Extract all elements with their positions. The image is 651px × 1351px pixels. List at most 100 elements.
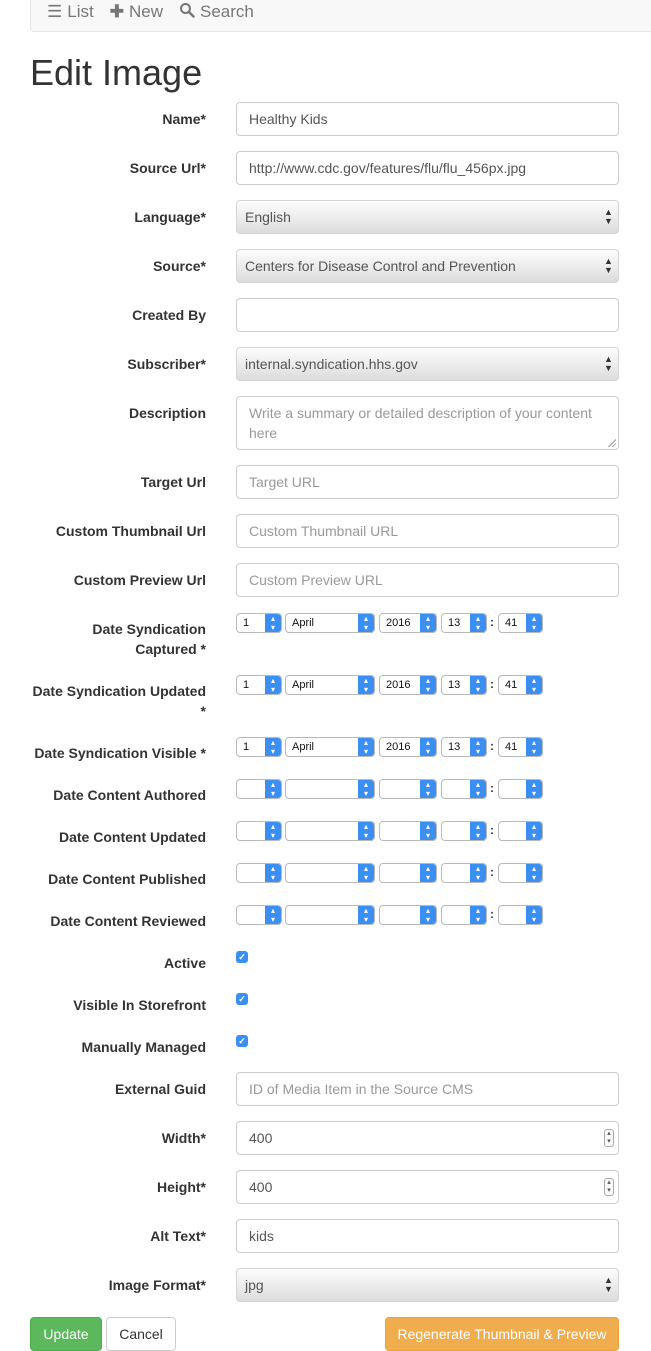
select-arrows-icon: ▴ ▾ <box>526 780 542 798</box>
date-updated-hour-select[interactable]: 13 ▴ ▾ <box>441 675 487 695</box>
time-separator: : <box>490 823 494 837</box>
nav-new-link[interactable]: ✚ New <box>110 2 163 22</box>
select-arrows-icon: ▴ ▾ <box>358 906 374 924</box>
date-published-day-select[interactable]: ▴ ▾ <box>236 863 282 883</box>
nav-search-link[interactable]: Search <box>179 2 254 23</box>
custom-preview-url-input[interactable]: Custom Preview URL <box>236 563 619 597</box>
select-arrows-icon: ▲ ▼ <box>604 256 613 275</box>
page-title: Edit Image <box>30 52 203 93</box>
top-nav: ☰ List ✚ New Search <box>30 0 651 32</box>
resize-grip-icon[interactable] <box>608 439 616 447</box>
select-arrows-icon: ▴ ▾ <box>420 738 436 756</box>
width-input[interactable]: 400 ▴ ▾ <box>236 1121 619 1155</box>
date-authored-minute-select[interactable]: ▴ ▾ <box>498 779 543 799</box>
date-reviewed-minute-select[interactable]: ▴ ▾ <box>498 905 543 925</box>
date-authored-hour-select[interactable]: ▴ ▾ <box>441 779 487 799</box>
minute-value: 41 <box>505 741 518 753</box>
date-visible-hour-select[interactable]: 13 ▴ ▾ <box>441 737 487 757</box>
date-published-year-select[interactable]: ▴ ▾ <box>379 863 437 883</box>
language-select[interactable]: English ▲ ▼ <box>236 200 619 234</box>
check-icon: ✓ <box>238 1036 246 1046</box>
cancel-button[interactable]: Cancel <box>106 1317 176 1351</box>
hour-value: 13 <box>448 741 461 753</box>
height-input[interactable]: 400 ▴ ▾ <box>236 1170 619 1204</box>
date-captured-label-line2: Captured * <box>135 641 206 657</box>
height-label: Height* <box>157 1179 206 1195</box>
nav-list-label: List <box>67 2 94 21</box>
select-arrows-icon: ▴ ▾ <box>526 676 542 694</box>
date-captured-hour-select[interactable]: 13 ▴ ▾ <box>441 613 487 633</box>
date-captured-label: Date Syndication Captured * <box>20 619 206 659</box>
date-reviewed-day-select[interactable]: ▴ ▾ <box>236 905 282 925</box>
check-icon: ✓ <box>238 994 246 1004</box>
day-value: 1 <box>243 741 250 753</box>
target-url-input[interactable]: Target URL <box>236 465 619 499</box>
active-checkbox[interactable]: ✓ <box>236 951 248 963</box>
date-updated-year-select[interactable]: 2016 ▴ ▾ <box>379 675 437 695</box>
select-arrows-icon: ▴ ▾ <box>265 906 281 924</box>
custom-thumbnail-url-input[interactable]: Custom Thumbnail URL <box>236 514 619 548</box>
date-updated-month-select[interactable]: April ▴ ▾ <box>285 675 375 695</box>
date-content-updated-minute-select[interactable]: ▴ ▾ <box>498 821 543 841</box>
image-format-select[interactable]: jpg ▲ ▼ <box>236 1268 619 1302</box>
date-reviewed-year-select[interactable]: ▴ ▾ <box>379 905 437 925</box>
source-select[interactable]: Centers for Disease Control and Preventi… <box>236 249 619 283</box>
active-label: Active <box>163 955 206 971</box>
created-by-label: Created By <box>132 307 206 323</box>
date-published-hour-select[interactable]: ▴ ▾ <box>441 863 487 883</box>
select-arrows-icon: ▴ ▾ <box>265 676 281 694</box>
subscriber-select[interactable]: internal.syndication.hhs.gov ▲ ▼ <box>236 347 619 381</box>
select-arrows-icon: ▴ ▾ <box>526 906 542 924</box>
source-url-input[interactable]: http://www.cdc.gov/features/flu/flu_456p… <box>236 151 619 185</box>
date-captured-year-select[interactable]: 2016 ▴ ▾ <box>379 613 437 633</box>
date-authored-day-select[interactable]: ▴ ▾ <box>236 779 282 799</box>
nav-new-label: New <box>128 2 163 21</box>
date-updated-day-select[interactable]: 1 ▴ ▾ <box>236 675 282 695</box>
name-input[interactable]: Healthy Kids <box>236 102 619 136</box>
date-published-month-select[interactable]: ▴ ▾ <box>285 863 375 883</box>
nav-list-link[interactable]: ☰ List <box>47 2 94 22</box>
manually-managed-checkbox[interactable]: ✓ <box>236 1035 248 1047</box>
date-visible-day-select[interactable]: 1 ▴ ▾ <box>236 737 282 757</box>
manually-managed-label: Manually Managed <box>81 1039 206 1055</box>
external-guid-input[interactable]: ID of Media Item in the Source CMS <box>236 1072 619 1106</box>
time-separator: : <box>490 865 494 879</box>
year-value: 2016 <box>386 617 411 629</box>
date-visible-month-select[interactable]: April ▴ ▾ <box>285 737 375 757</box>
date-published-minute-select[interactable]: ▴ ▾ <box>498 863 543 883</box>
date-content-updated-hour-select[interactable]: ▴ ▾ <box>441 821 487 841</box>
date-authored-year-select[interactable]: ▴ ▾ <box>379 779 437 799</box>
date-captured-day-select[interactable]: 1 ▴ ▾ <box>236 613 282 633</box>
date-visible-minute-select[interactable]: 41 ▴ ▾ <box>498 737 543 757</box>
check-icon: ✓ <box>238 952 246 962</box>
date-content-updated-day-select[interactable]: ▴ ▾ <box>236 821 282 841</box>
minute-value: 41 <box>505 617 518 629</box>
date-reviewed-month-select[interactable]: ▴ ▾ <box>285 905 375 925</box>
visible-in-storefront-checkbox[interactable]: ✓ <box>236 993 248 1005</box>
select-arrows-icon: ▴ ▾ <box>265 614 281 632</box>
regenerate-thumbnail-button[interactable]: Regenerate Thumbnail & Preview <box>385 1317 619 1351</box>
width-value: 400 <box>249 1130 273 1146</box>
date-content-updated-month-select[interactable]: ▴ ▾ <box>285 821 375 841</box>
date-updated-minute-select[interactable]: 41 ▴ ▾ <box>498 675 543 695</box>
date-content-reviewed-label: Date Content Reviewed <box>50 913 206 929</box>
created-by-input[interactable] <box>236 298 619 332</box>
date-updated-label: Date Syndication Updated * <box>14 681 206 721</box>
description-textarea[interactable]: Write a summary or detailed description … <box>236 396 619 450</box>
select-arrows-icon: ▴ ▾ <box>265 780 281 798</box>
alt-text-input[interactable]: kids <box>236 1219 619 1253</box>
select-arrows-icon: ▲ ▼ <box>604 1275 613 1294</box>
stepper-icon[interactable]: ▴ ▾ <box>604 1178 614 1196</box>
subscriber-label: Subscriber* <box>127 356 206 372</box>
update-button[interactable]: Update <box>30 1317 102 1351</box>
date-content-updated-year-select[interactable]: ▴ ▾ <box>379 821 437 841</box>
day-value: 1 <box>243 617 250 629</box>
date-reviewed-hour-select[interactable]: ▴ ▾ <box>441 905 487 925</box>
month-value: April <box>292 617 315 629</box>
month-value: April <box>292 679 315 691</box>
date-captured-minute-select[interactable]: 41 ▴ ▾ <box>498 613 543 633</box>
stepper-icon[interactable]: ▴ ▾ <box>604 1129 614 1147</box>
date-captured-month-select[interactable]: April ▴ ▾ <box>285 613 375 633</box>
date-authored-month-select[interactable]: ▴ ▾ <box>285 779 375 799</box>
date-visible-year-select[interactable]: 2016 ▴ ▾ <box>379 737 437 757</box>
